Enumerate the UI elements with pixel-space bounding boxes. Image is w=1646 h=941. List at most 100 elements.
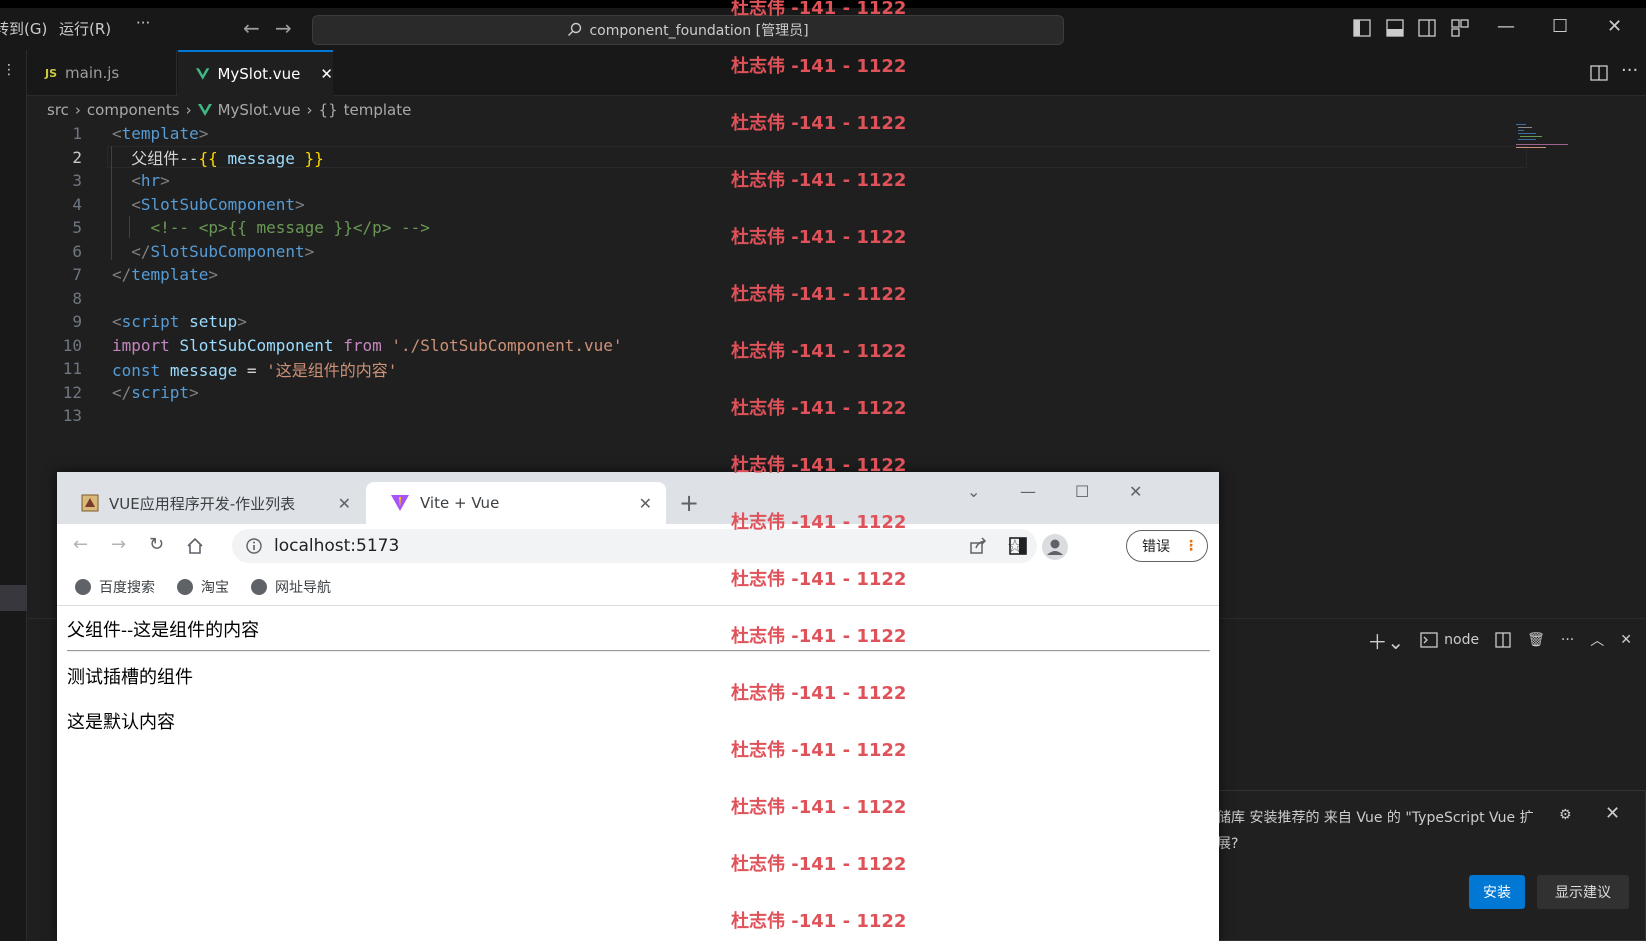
line-number: 6: [72, 241, 82, 261]
breadcrumb-src[interactable]: src: [47, 101, 69, 119]
tab-label: VUE应用程序开发-作业列表: [109, 494, 296, 513]
globe-icon: [75, 578, 91, 595]
close-tab-icon[interactable]: ✕: [639, 494, 652, 513]
tab-label: MySlot.vue: [217, 65, 301, 83]
profile-avatar-icon[interactable]: [1042, 534, 1068, 560]
tab-search-chevron-icon[interactable]: ⌄: [967, 482, 980, 501]
terminal-panel-header: ＋⌄ node 🗑 ··· ︿ ✕: [1200, 625, 1646, 655]
code-line: 9 <script setup>: [27, 310, 1517, 334]
bookmark-taobao[interactable]: 淘宝: [177, 577, 229, 597]
watermark-text: 杜志伟 -141 - 1122: [731, 797, 907, 818]
split-terminal-icon[interactable]: [1495, 632, 1511, 648]
line-number: 13: [62, 406, 82, 426]
more-actions-icon[interactable]: ···: [1561, 632, 1574, 648]
close-tab-icon[interactable]: ✕: [338, 494, 351, 513]
show-recommendations-button[interactable]: 显示建议: [1537, 875, 1629, 909]
bookmark-label: 淘宝: [201, 579, 229, 596]
tab-close-icon[interactable]: ✕: [320, 65, 333, 83]
line-number: 5: [72, 218, 82, 238]
chevron-up-icon[interactable]: ︿: [1590, 630, 1604, 650]
watermark-text: 杜志伟 -141 - 1122: [731, 569, 907, 590]
globe-icon: [251, 578, 267, 595]
back-arrow-icon[interactable]: ←: [243, 16, 260, 40]
chevron-right-icon: ›: [185, 101, 192, 119]
watermark-text: 杜志伟 -141 - 1122: [731, 341, 907, 362]
bookmark-baidu[interactable]: 百度搜索: [75, 577, 155, 597]
tab-main-js[interactable]: JS main.js: [27, 50, 177, 96]
trash-icon[interactable]: 🗑: [1527, 632, 1545, 648]
new-terminal-icon[interactable]: ＋⌄: [1367, 626, 1404, 655]
customize-layout-icon[interactable]: [1451, 19, 1469, 37]
forward-arrow-icon[interactable]: →: [275, 16, 292, 40]
notification-message: 储库 安装推荐的 来自 Vue 的 "TypeScript Vue 扩展?: [1217, 810, 1534, 852]
vite-favicon-icon: [391, 495, 409, 511]
new-tab-icon[interactable]: +: [679, 489, 699, 517]
line-number: 7: [72, 265, 82, 285]
browser-close-icon[interactable]: ✕: [1129, 482, 1142, 501]
braces-icon: {}: [318, 101, 338, 119]
close-window-icon[interactable]: ✕: [1607, 16, 1622, 37]
watermark-text: 杜志伟 -141 - 1122: [731, 683, 907, 704]
browser-minimize-icon[interactable]: —: [1020, 482, 1036, 501]
gear-icon[interactable]: ⚙: [1559, 807, 1572, 823]
browser-tab-vite-vue[interactable]: Vite + Vue ✕: [366, 482, 666, 524]
extension-recommendation-toast: 储库 安装推荐的 来自 Vue 的 "TypeScript Vue 扩展? ⚙ …: [1200, 790, 1646, 941]
url-text: localhost:5173: [274, 536, 400, 556]
watermark-text: 杜志伟 -141 - 1122: [731, 398, 907, 419]
more-actions-icon[interactable]: ···: [1621, 60, 1638, 81]
error-menu-button[interactable]: 错误 ⋮: [1126, 530, 1208, 562]
back-icon[interactable]: ←: [73, 534, 88, 555]
line-number: 8: [72, 288, 82, 308]
tab-myslot-vue[interactable]: MySlot.vue ✕: [178, 50, 333, 96]
watermark-text: 杜志伟 -141 - 1122: [731, 740, 907, 761]
toggle-panel-icon[interactable]: [1386, 19, 1404, 37]
chevron-right-icon: ›: [74, 101, 81, 119]
install-button[interactable]: 安装: [1469, 875, 1525, 909]
tab-label: Vite + Vue: [420, 494, 500, 512]
minimap[interactable]: [1516, 122, 1576, 152]
watermark-text: 杜志伟 -141 - 1122: [731, 56, 907, 77]
site-favicon-icon: [81, 494, 99, 512]
web-page-content: 父组件--这是组件的内容 测试插槽的组件 这是默认内容: [57, 606, 1219, 941]
breadcrumb-template[interactable]: template: [344, 101, 412, 119]
bookmark-nav[interactable]: 网址导航: [251, 577, 331, 597]
error-label: 错误: [1142, 539, 1170, 555]
split-editor-icon[interactable]: [1590, 64, 1608, 82]
watermark-text: 杜志伟 -141 - 1122: [731, 512, 907, 533]
browser-tab-homework[interactable]: VUE应用程序开发-作业列表 ✕: [57, 482, 365, 524]
watermark-text: 杜志伟 -141 - 1122: [731, 227, 907, 248]
share-icon[interactable]: [969, 537, 987, 555]
line-number: 3: [72, 171, 82, 191]
breadcrumb-file[interactable]: MySlot.vue: [218, 101, 301, 119]
menu-run[interactable]: 运行(R): [59, 18, 111, 39]
line-number: 12: [62, 382, 82, 402]
watermark-text: 杜志伟 -141 - 1122: [731, 911, 907, 932]
toggle-secondary-sidebar-icon[interactable]: [1418, 19, 1436, 37]
watermark-text: 杜志伟 -141 - 1122: [731, 626, 907, 647]
watermark-text: 杜志伟 -141 - 1122: [731, 455, 907, 476]
vue-file-icon: [196, 68, 210, 80]
command-center-search[interactable]: component_foundation [管理员]: [312, 15, 1064, 45]
browser-maximize-icon[interactable]: ☐: [1075, 482, 1089, 501]
breadcrumb-components[interactable]: components: [87, 101, 180, 119]
home-icon[interactable]: [186, 537, 204, 555]
line-number: 1: [72, 124, 82, 144]
address-bar[interactable]: localhost:5173 ☆: [232, 529, 1037, 563]
activity-selected-item[interactable]: [0, 585, 27, 611]
menu-goto[interactable]: 转到(G): [0, 18, 47, 39]
parent-component-text: 父组件--这是组件的内容: [67, 620, 260, 641]
side-panel-icon[interactable]: [1009, 537, 1027, 555]
more-dots-icon[interactable]: ⋮: [2, 62, 16, 78]
breadcrumb: src › components › MySlot.vue › {} templ…: [47, 98, 411, 122]
close-icon[interactable]: ✕: [1605, 803, 1620, 824]
toggle-sidebar-icon[interactable]: [1353, 19, 1371, 37]
minimize-icon[interactable]: —: [1497, 16, 1515, 37]
slot-default-content: 这是默认内容: [67, 712, 175, 733]
bookmarks-bar: 百度搜索 淘宝 网址导航: [57, 568, 1219, 606]
close-panel-icon[interactable]: ✕: [1620, 632, 1632, 648]
maximize-icon[interactable]: ☐: [1552, 16, 1568, 37]
forward-icon[interactable]: →: [111, 534, 126, 555]
menu-more[interactable]: ···: [136, 14, 150, 32]
terminal-selector[interactable]: node: [1420, 632, 1479, 648]
reload-icon[interactable]: ↻: [149, 534, 164, 555]
